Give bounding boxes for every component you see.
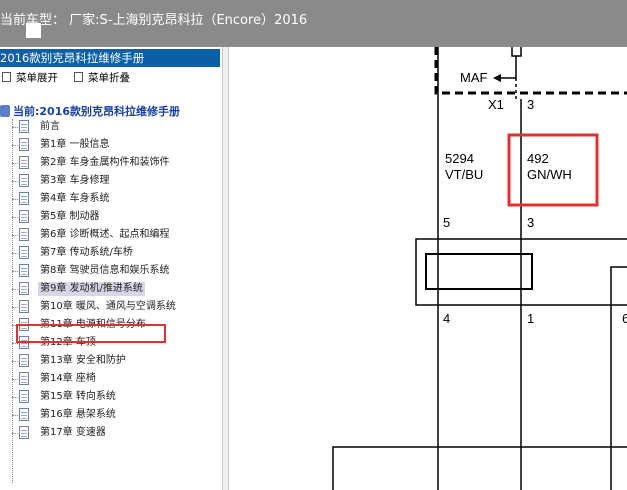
tree-branch-line xyxy=(12,433,18,434)
connector-pin-label: 3 xyxy=(527,97,534,112)
tree-item-label: 第15章 转向系统 xyxy=(40,391,116,402)
tree-branch-line xyxy=(12,181,18,182)
tree-item-label: 前言 xyxy=(40,121,60,132)
document-icon xyxy=(19,372,29,385)
tree-item-label: 第14章 座椅 xyxy=(40,373,96,384)
relay-switch-line xyxy=(610,266,627,490)
collapse-label: 菜单折叠 xyxy=(88,72,130,84)
book-icon xyxy=(0,105,10,117)
document-icon xyxy=(19,120,29,133)
tree-branch-line xyxy=(12,163,18,164)
document-icon xyxy=(19,264,29,277)
document-icon xyxy=(19,174,29,187)
document-icon xyxy=(19,192,29,205)
collapse-icon xyxy=(74,72,83,82)
document-icon xyxy=(19,354,29,367)
tree-connector xyxy=(12,119,13,483)
connector-label: X1 xyxy=(488,97,504,112)
maf-pin-symbol xyxy=(511,47,522,57)
expand-icon xyxy=(2,72,11,82)
navigation-pane: 2016款别克昂科拉维修手册 菜单展开 菜单折叠 当前:2016款别克昂科拉维修… xyxy=(0,47,222,490)
selection-highlight-box xyxy=(16,324,166,343)
expand-menu-button[interactable]: 菜单展开 xyxy=(2,69,58,87)
tree-branch-line xyxy=(12,145,18,146)
maf-arrow-icon xyxy=(493,74,501,82)
document-icon xyxy=(19,300,29,313)
tree-item-label: 第3章 车身修理 xyxy=(40,175,110,186)
tree-branch-line xyxy=(12,127,18,128)
tree-item-label: 第1章 一般信息 xyxy=(40,139,110,150)
tree-item-label: 第2章 车身金属构件和装饰件 xyxy=(40,157,170,168)
document-icon xyxy=(19,282,29,295)
wire-right-circuit: 492 xyxy=(527,151,549,166)
wiring-diagram: MAF X1 3 5294 VT/BU 492 GN/WH 5 3 4 1 6 xyxy=(332,47,627,490)
relay-coil xyxy=(425,253,533,290)
tree-item-label: 第7章 传动系统/车桥 xyxy=(40,247,133,258)
tree-branch-line xyxy=(12,217,18,218)
tree-item-label: 第8章 驾驶员信息和娱乐系统 xyxy=(40,265,170,276)
tree-item-label: 第10章 暖风、通风与空调系统 xyxy=(40,301,176,312)
wire-left-circuit: 5294 xyxy=(445,151,474,166)
tree-item-label: 第4章 车身系统 xyxy=(40,193,110,204)
document-icon xyxy=(19,156,29,169)
tree-branch-line xyxy=(12,289,18,290)
document-icon xyxy=(19,408,29,421)
tree-item-label: 第13章 安全和防护 xyxy=(40,355,126,366)
tree-branch-line xyxy=(12,343,18,344)
document-icon xyxy=(19,210,29,223)
tree-item-label: 第6章 诊断概述、起点和编程 xyxy=(40,229,170,240)
pin-bottom-right: 6 xyxy=(622,311,627,326)
tree-branch-line xyxy=(12,307,18,308)
document-icon xyxy=(19,228,29,241)
tree-root[interactable]: 当前:2016款别克昂科拉维修手册 xyxy=(0,103,180,119)
title-bar: 当前车型： 厂家:S-上海别克昂科拉（Encore）2016 xyxy=(0,0,627,47)
pin-bottom-mid: 1 xyxy=(527,311,534,326)
wire-left-color: VT/BU xyxy=(445,167,483,182)
tree-item-label: 第16章 悬架系统 xyxy=(40,409,116,420)
pin-mid-right: 3 xyxy=(527,215,534,230)
window-title: 当前车型： 厂家:S-上海别克昂科拉（Encore）2016 xyxy=(0,13,308,28)
document-icon xyxy=(19,246,29,259)
collapse-menu-button[interactable]: 菜单折叠 xyxy=(74,69,130,87)
pane-header: 2016款别克昂科拉维修手册 xyxy=(0,49,220,67)
pin-mid-left: 5 xyxy=(443,215,450,230)
maf-label: MAF xyxy=(460,70,488,85)
tree-item-label: 第5章 制动器 xyxy=(40,211,100,222)
tree-branch-line xyxy=(12,379,18,380)
wire-right-color: GN/WH xyxy=(527,167,572,182)
tree-branch-line xyxy=(12,271,18,272)
pane-splitter[interactable] xyxy=(222,47,229,490)
lower-housing xyxy=(332,446,627,490)
document-icon xyxy=(19,426,29,439)
tree-branch-line xyxy=(12,361,18,362)
tree-branch-line xyxy=(12,415,18,416)
tree-branch-line xyxy=(12,253,18,254)
expand-label: 菜单展开 xyxy=(16,72,58,84)
tree-branch-line xyxy=(12,235,18,236)
window-icon[interactable] xyxy=(26,23,41,38)
tree-root-label: 当前:2016款别克昂科拉维修手册 xyxy=(13,105,181,118)
tree-branch-line xyxy=(12,199,18,200)
tree-item-label: 第17章 变速器 xyxy=(40,427,106,438)
tree-item-label: 第9章 发动机/推进系统 xyxy=(38,282,145,296)
document-icon xyxy=(19,390,29,403)
tree-branch-line xyxy=(12,397,18,398)
document-icon xyxy=(19,138,29,151)
pin-bottom-left: 4 xyxy=(443,311,450,326)
